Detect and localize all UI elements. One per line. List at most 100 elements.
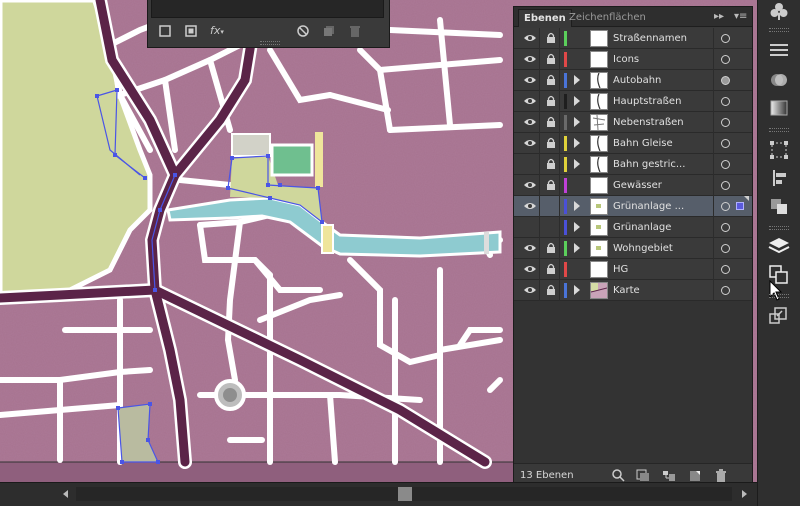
pathfinder-icon[interactable] xyxy=(766,194,792,218)
lock-icon[interactable] xyxy=(546,116,556,128)
new-sublayer-button[interactable] xyxy=(662,469,676,482)
eye-icon[interactable] xyxy=(524,180,536,190)
target-circle-icon[interactable] xyxy=(721,286,730,295)
scroll-left-button[interactable] xyxy=(60,488,72,500)
selected-art-indicator[interactable] xyxy=(736,202,744,210)
layers-icon[interactable] xyxy=(766,234,792,258)
lock-empty-slot[interactable] xyxy=(546,221,556,233)
lock-icon[interactable] xyxy=(546,137,556,149)
expand-arrow-icon[interactable] xyxy=(574,75,580,85)
transform-icon[interactable] xyxy=(766,138,792,162)
eye-hidden-slot[interactable] xyxy=(524,222,536,232)
panel-grip[interactable] xyxy=(260,41,280,45)
new-fill-button[interactable] xyxy=(158,22,172,40)
horizontal-scrollbar[interactable] xyxy=(76,487,732,501)
layer-row[interactable]: Wohngebiet xyxy=(514,238,752,259)
lock-icon[interactable] xyxy=(546,32,556,44)
lock-icon[interactable] xyxy=(546,242,556,254)
eye-icon[interactable] xyxy=(524,96,536,106)
layer-row[interactable]: Straßennamen xyxy=(514,28,752,49)
dock-grip[interactable] xyxy=(769,294,789,298)
transparency-icon[interactable] xyxy=(766,68,792,92)
target-circle-icon[interactable] xyxy=(721,118,730,127)
target-circle-icon[interactable] xyxy=(721,55,730,64)
layer-row[interactable]: Nebenstraßen xyxy=(514,112,752,133)
delete-item-button[interactable] xyxy=(348,22,362,40)
lock-icon[interactable] xyxy=(546,284,556,296)
eye-hidden-slot[interactable] xyxy=(524,159,536,169)
eye-icon[interactable] xyxy=(524,138,536,148)
layer-name[interactable]: HG xyxy=(613,259,628,280)
layer-row[interactable]: Icons xyxy=(514,49,752,70)
layer-name[interactable]: Grünanlage ... xyxy=(613,196,684,217)
collapse-panel-button[interactable]: ▸▸ xyxy=(714,11,724,22)
eye-icon[interactable] xyxy=(524,33,536,43)
expand-arrow-icon[interactable] xyxy=(574,285,580,295)
target-circle-icon[interactable] xyxy=(721,160,730,169)
target-circle-icon[interactable] xyxy=(721,97,730,106)
scrollbar-thumb[interactable] xyxy=(398,487,412,501)
layer-name[interactable]: Bahn Gleise xyxy=(613,133,673,154)
layer-name[interactable]: Hauptstraßen xyxy=(613,91,681,112)
eye-icon[interactable] xyxy=(524,285,536,295)
target-circle-icon[interactable] xyxy=(721,34,730,43)
target-circle-icon[interactable] xyxy=(721,244,730,253)
layer-row[interactable]: Gewässer xyxy=(514,175,752,196)
expand-arrow-icon[interactable] xyxy=(574,222,580,232)
layer-name[interactable]: Icons xyxy=(613,49,639,70)
align-icon[interactable] xyxy=(766,166,792,190)
layer-row[interactable]: Hauptstraßen xyxy=(514,91,752,112)
layer-name[interactable]: Wohngebiet xyxy=(613,238,673,259)
expand-arrow-icon[interactable] xyxy=(574,117,580,127)
target-circle-icon[interactable] xyxy=(721,139,730,148)
expand-arrow-icon[interactable] xyxy=(574,201,580,211)
eye-icon[interactable] xyxy=(524,117,536,127)
eye-icon[interactable] xyxy=(524,243,536,253)
layer-name[interactable]: Autobahn xyxy=(613,70,661,91)
target-circle-icon[interactable] xyxy=(721,265,730,274)
expand-arrow-icon[interactable] xyxy=(574,159,580,169)
lock-icon[interactable] xyxy=(546,95,556,107)
dock-grip[interactable] xyxy=(769,28,789,32)
scroll-right-button[interactable] xyxy=(738,488,750,500)
dock-grip[interactable] xyxy=(769,128,789,132)
layer-name[interactable]: Nebenstraßen xyxy=(613,112,684,133)
target-circle-icon[interactable] xyxy=(721,223,730,232)
layer-row[interactable]: Karte xyxy=(514,280,752,301)
gradient-icon[interactable] xyxy=(766,96,792,120)
target-circle-icon[interactable] xyxy=(721,76,730,85)
lock-icon[interactable] xyxy=(546,263,556,275)
duplicate-item-button[interactable] xyxy=(322,22,336,40)
lock-icon[interactable] xyxy=(546,179,556,191)
export-icon[interactable] xyxy=(766,304,792,328)
expand-arrow-icon[interactable] xyxy=(574,138,580,148)
target-circle-icon[interactable] xyxy=(721,181,730,190)
eye-icon[interactable] xyxy=(524,75,536,85)
layer-name[interactable]: Gewässer xyxy=(613,175,662,196)
layer-row[interactable]: Bahn Gleise xyxy=(514,133,752,154)
eye-icon[interactable] xyxy=(524,201,536,211)
expand-arrow-icon[interactable] xyxy=(574,243,580,253)
layer-row[interactable]: Grünanlage xyxy=(514,217,752,238)
target-circle-icon[interactable] xyxy=(721,202,730,211)
dock-grip[interactable] xyxy=(769,226,789,230)
layer-row[interactable]: Bahn gestric... xyxy=(514,154,752,175)
make-clipping-mask-button[interactable] xyxy=(636,469,650,482)
layer-row[interactable]: Autobahn xyxy=(514,70,752,91)
new-layer-button[interactable] xyxy=(688,469,702,482)
layer-name[interactable]: Bahn gestric... xyxy=(613,154,685,175)
locate-object-button[interactable] xyxy=(611,469,625,482)
lock-icon[interactable] xyxy=(546,53,556,65)
layer-name[interactable]: Grünanlage xyxy=(613,217,671,238)
expand-arrow-icon[interactable] xyxy=(574,96,580,106)
lock-icon[interactable] xyxy=(546,158,556,170)
clear-appearance-button[interactable] xyxy=(296,22,310,40)
layer-name[interactable]: Straßennamen xyxy=(613,28,687,49)
lock-empty-slot[interactable] xyxy=(546,200,556,212)
layer-row[interactable]: HG xyxy=(514,259,752,280)
stroke-icon[interactable] xyxy=(766,38,792,62)
tab-zeichenflaechen[interactable]: Zeichenflächen xyxy=(564,9,651,27)
eye-icon[interactable] xyxy=(524,264,536,274)
eye-icon[interactable] xyxy=(524,54,536,64)
fx-button[interactable]: fx▾ xyxy=(210,22,224,40)
